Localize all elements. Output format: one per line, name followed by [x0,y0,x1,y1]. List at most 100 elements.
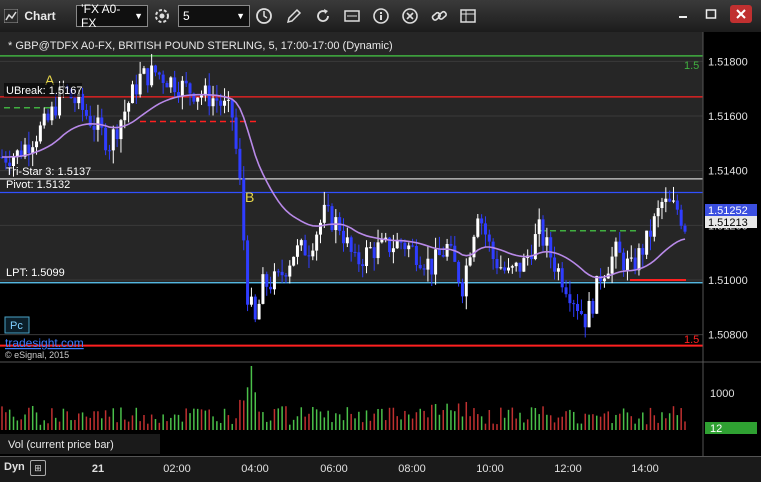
candle-body [115,129,119,140]
candle-body [292,256,296,266]
candle-body [441,255,445,257]
tristar-label: Tri-Star 3: 1.5137 [6,166,91,178]
market-depth-icon[interactable] [341,5,363,27]
letter-b: B [245,189,254,205]
pc-label: Pc [10,320,23,332]
time-tick-label: 14:00 [631,463,659,475]
candle-body [499,267,503,269]
candle-body [514,262,518,267]
clock-icon[interactable] [253,5,275,27]
candle-body [50,106,54,121]
candle-body [418,264,422,269]
candle-body [683,225,687,232]
candle-body [664,198,668,202]
candle-body [269,286,273,290]
minimize-icon[interactable] [672,5,694,23]
info-icon[interactable] [370,5,392,27]
candle-body [518,262,522,272]
interval-field[interactable]: 5 ▼ [178,5,250,27]
candle-body [564,287,568,295]
candle-body [276,271,280,273]
candle-body [495,258,499,269]
table-icon[interactable] [457,5,479,27]
candle-body [391,248,395,253]
candle-body [522,258,526,272]
link-icon[interactable] [428,5,450,27]
candle-body [671,200,675,202]
candle-body [200,95,204,98]
candle-body [345,237,349,244]
candle-body [219,100,223,106]
price-tick-label: 1.51600 [708,111,748,123]
candle-body [284,275,288,277]
candle-body [127,103,131,112]
candle-body [92,125,96,130]
candle-body [311,250,315,257]
price-tick-label: 1.51800 [708,56,748,68]
settings-icon[interactable] [151,5,173,27]
candle-body [326,204,330,207]
candle-body [464,265,468,297]
candle-body [679,209,683,226]
candle-body [173,77,177,93]
candle-body [223,100,227,106]
symbol-field[interactable]: ʼFX A0-FX ▼ [76,2,148,30]
candle-body [12,157,16,167]
candle-body [445,243,449,257]
maximize-icon[interactable] [700,5,722,23]
candle-body [257,303,261,320]
chart-description: * GBP@TDFX A0-FX, BRITISH POUND STERLING… [8,40,393,52]
pivot-label: Pivot: 1.5132 [6,179,70,191]
brand-link[interactable]: tradesight.com [5,336,84,350]
candle-body [157,72,161,75]
vol-value: 12 [710,423,722,435]
chevron-down-icon[interactable]: ▼ [134,11,143,21]
candle-body [629,257,633,259]
chevron-down-icon[interactable]: ▼ [236,11,245,21]
candle-body [491,241,495,259]
candle-body [411,245,415,247]
volume-axis-label: 1000 [710,388,734,400]
candle-body [641,248,645,255]
candle-body [414,245,418,265]
pencil-icon[interactable] [283,5,305,27]
candle-body [437,249,441,256]
candle-body [610,256,614,274]
candle-body [130,84,134,104]
price-tick-label: 1.51400 [708,166,748,178]
candle-body [230,99,234,118]
lpt-label: LPT: 1.5099 [6,267,65,279]
candle-body [568,294,572,304]
candle-body [119,120,123,140]
candle-body [633,257,637,271]
candle-body [449,243,453,246]
refresh-icon[interactable] [312,5,334,27]
right-edge-marker: 1.5 [684,60,699,72]
candle-body [591,300,595,314]
candle-body [196,97,200,102]
dyn-label[interactable]: Dyn [4,461,25,473]
candle-body [576,303,580,311]
time-axis[interactable]: Dyn ⊞ 21 02:00 04:00 06:00 08:00 10:00 12:00 14… [0,456,761,482]
chart-app-icon [4,5,18,27]
candle-body [54,106,58,116]
candle-body [272,271,276,290]
candle-body [280,271,284,276]
time-tick-label: 06:00 [320,463,348,475]
copyright: © eSignal, 2015 [5,350,69,360]
candle-body [261,274,265,304]
close-icon[interactable] [730,5,752,23]
right-edge-marker-low: 1.5 [684,334,699,346]
price-chart[interactable]: 1.518001.516001.514001.512001.510001.508… [0,32,761,456]
candle-body [549,237,553,258]
candle-body [614,241,618,257]
chart-area[interactable]: 1.518001.516001.514001.512001.510001.508… [0,32,761,456]
candle-body [111,129,115,151]
candle-body [169,77,173,88]
candle-body [476,218,480,237]
scale-icon[interactable]: ⊞ [30,460,46,476]
candle-body [207,85,211,107]
price-tick-label: 1.50800 [708,330,748,342]
candle-body [541,219,545,246]
close-circle-icon[interactable] [399,5,421,27]
